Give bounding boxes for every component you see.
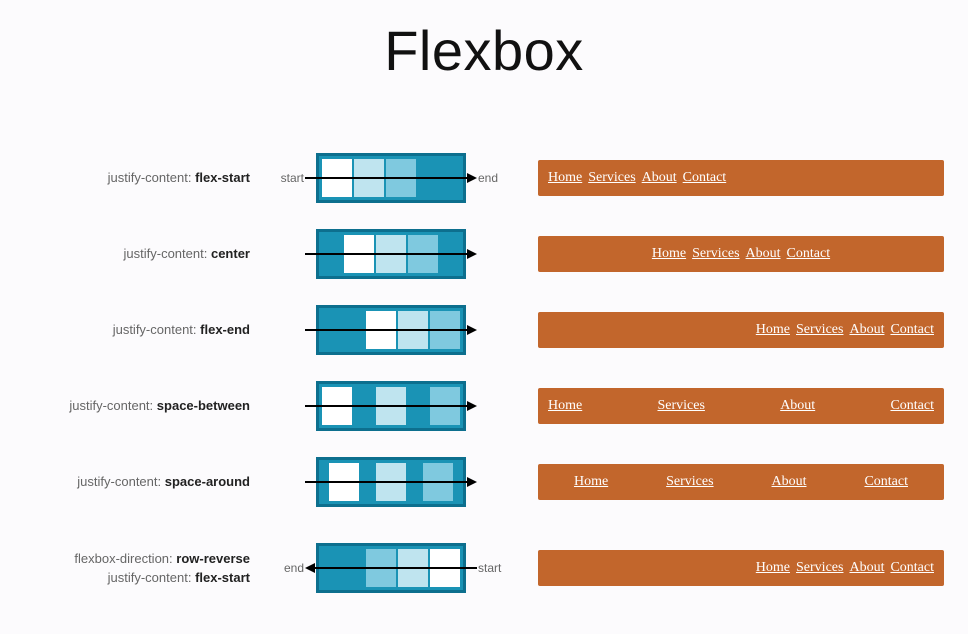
nav-link[interactable]: Home bbox=[574, 474, 608, 490]
flex-item-box bbox=[398, 311, 428, 349]
flex-item-box bbox=[430, 311, 460, 349]
nav-link[interactable]: Contact bbox=[890, 322, 934, 338]
css-value: space-between bbox=[157, 398, 250, 413]
flex-item-box bbox=[376, 235, 406, 273]
nav-link[interactable]: Home bbox=[652, 246, 686, 262]
nav-link[interactable]: Services bbox=[666, 474, 713, 490]
property-label: justify-content: space-between bbox=[24, 396, 254, 416]
css-property: justify-content: bbox=[108, 170, 192, 185]
flex-item-box bbox=[430, 387, 460, 425]
css-value: row-reverse bbox=[176, 551, 250, 566]
nav-link[interactable]: About bbox=[849, 560, 884, 576]
css-value: flex-start bbox=[195, 570, 250, 585]
axis-label-left: start bbox=[260, 171, 310, 185]
nav-link[interactable]: About bbox=[772, 474, 807, 490]
flex-item-box bbox=[329, 463, 359, 501]
page-title: Flexbox bbox=[24, 18, 944, 83]
nav-link[interactable]: Home bbox=[756, 560, 790, 576]
flex-item-box bbox=[408, 235, 438, 273]
demo-navbar: Home Services About Contact bbox=[538, 236, 944, 272]
flex-item-box bbox=[398, 549, 428, 587]
axis-label-right: end bbox=[472, 171, 522, 185]
css-property: justify-content: bbox=[124, 246, 208, 261]
css-property: justify-content: bbox=[69, 398, 153, 413]
flex-item-box bbox=[423, 463, 453, 501]
axis-label-left: end bbox=[260, 561, 310, 575]
nav-link[interactable]: Services bbox=[588, 170, 635, 186]
flex-diagram bbox=[316, 381, 466, 431]
flex-item-box bbox=[366, 549, 396, 587]
flex-diagram bbox=[316, 305, 466, 355]
nav-link[interactable]: About bbox=[849, 322, 884, 338]
example-row: flexbox-direction: row-reverse justify-co… bbox=[24, 543, 944, 593]
nav-link[interactable]: About bbox=[746, 246, 781, 262]
example-row: justify-content: flex-start start end Home S… bbox=[24, 153, 944, 203]
flex-item-box bbox=[366, 311, 396, 349]
flex-item-box bbox=[344, 235, 374, 273]
css-property: flexbox-direction: bbox=[74, 551, 172, 566]
demo-navbar: Home Services About Contact bbox=[538, 312, 944, 348]
nav-link[interactable]: Contact bbox=[890, 398, 934, 414]
nav-link[interactable]: Contact bbox=[890, 560, 934, 576]
flex-diagram bbox=[316, 457, 466, 507]
example-rows: justify-content: flex-start start end Home S… bbox=[24, 153, 944, 593]
css-property: justify-content: bbox=[77, 474, 161, 489]
nav-link[interactable]: Services bbox=[692, 246, 739, 262]
nav-link[interactable]: Contact bbox=[683, 170, 727, 186]
flex-diagram bbox=[316, 229, 466, 279]
flex-item-box bbox=[322, 159, 352, 197]
css-property: justify-content: bbox=[113, 322, 197, 337]
property-label: justify-content: space-around bbox=[24, 472, 254, 492]
css-value: center bbox=[211, 246, 250, 261]
css-value: flex-start bbox=[195, 170, 250, 185]
nav-link[interactable]: Contact bbox=[787, 246, 831, 262]
demo-navbar: Home Services About Contact bbox=[538, 464, 944, 500]
flex-item-box bbox=[354, 159, 384, 197]
example-row: justify-content: flex-end Home Services Abo… bbox=[24, 305, 944, 355]
nav-link[interactable]: Home bbox=[548, 170, 582, 186]
nav-link[interactable]: About bbox=[642, 170, 677, 186]
demo-navbar: Home Services About Contact bbox=[538, 160, 944, 196]
flex-item-box bbox=[376, 387, 406, 425]
example-row: justify-content: space-around Home Service… bbox=[24, 457, 944, 507]
example-row: justify-content: center Home Services About… bbox=[24, 229, 944, 279]
css-value: space-around bbox=[165, 474, 250, 489]
css-value: flex-end bbox=[200, 322, 250, 337]
nav-link[interactable]: Services bbox=[657, 398, 704, 414]
flex-diagram bbox=[316, 543, 466, 593]
nav-link[interactable]: Services bbox=[796, 322, 843, 338]
demo-navbar: Home Services About Contact bbox=[538, 550, 944, 586]
flex-item-box bbox=[386, 159, 416, 197]
nav-link[interactable]: Home bbox=[548, 398, 582, 414]
flex-item-box bbox=[376, 463, 406, 501]
flex-item-box bbox=[430, 549, 460, 587]
nav-link[interactable]: About bbox=[780, 398, 815, 414]
demo-navbar: Home Services About Contact bbox=[538, 388, 944, 424]
flex-item-box bbox=[322, 387, 352, 425]
property-label: justify-content: flex-start bbox=[24, 168, 254, 188]
nav-link[interactable]: Home bbox=[756, 322, 790, 338]
nav-link[interactable]: Contact bbox=[864, 474, 908, 490]
example-row: justify-content: space-between Home Servic… bbox=[24, 381, 944, 431]
property-label: justify-content: center bbox=[24, 244, 254, 264]
property-label: flexbox-direction: row-reverse justify-co… bbox=[24, 549, 254, 588]
property-label: justify-content: flex-end bbox=[24, 320, 254, 340]
nav-link[interactable]: Services bbox=[796, 560, 843, 576]
axis-label-right: start bbox=[472, 561, 522, 575]
flex-diagram bbox=[316, 153, 466, 203]
css-property: justify-content: bbox=[108, 570, 192, 585]
